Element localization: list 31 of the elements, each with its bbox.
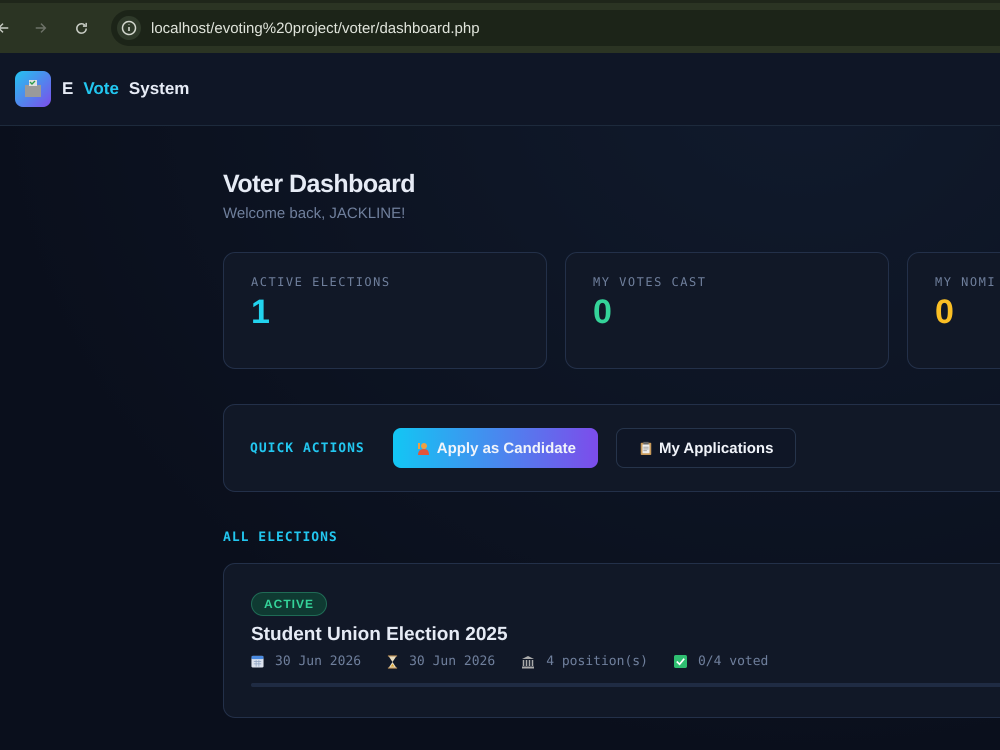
- section-heading: ALL ELECTIONS: [223, 530, 339, 545]
- stat-value: 0: [935, 293, 954, 332]
- action-button[interactable]: My Applications: [616, 428, 796, 468]
- election-title: Student Union Election 2025: [251, 624, 508, 646]
- forward-icon[interactable]: [34, 21, 48, 35]
- stat-label: ACTIVE ELECTIONS: [251, 275, 391, 289]
- stat-value: 1: [251, 293, 270, 332]
- reload-icon[interactable]: [74, 20, 89, 36]
- info-icon[interactable]: [117, 16, 141, 40]
- hourglass-icon: [387, 654, 398, 668]
- building-icon: [521, 654, 536, 668]
- meta-text: 30 Jun 2026: [409, 654, 496, 669]
- meta-text: 30 Jun 2026: [275, 654, 362, 669]
- stat-label: MY NOMI: [935, 275, 996, 289]
- quick-actions-label: QUICK ACTIONS: [250, 440, 365, 456]
- meta-text: 0/4 voted: [698, 654, 768, 669]
- brand-highlight: Vote: [83, 79, 119, 99]
- back-icon[interactable]: [0, 21, 10, 35]
- stat-label: MY VOTES CAST: [593, 275, 706, 289]
- brand-suffix: System: [128, 79, 190, 99]
- status-badge: ACTIVE: [251, 592, 328, 616]
- welcome-text: Welcome back, JACKLINE!: [223, 205, 406, 222]
- calendar-icon: [251, 655, 264, 668]
- stat-value: 0: [593, 293, 612, 332]
- brand-prefix: E: [62, 79, 74, 99]
- ballot-box-icon: [15, 71, 51, 107]
- page-title: Voter Dashboard: [223, 170, 416, 199]
- clipboard-icon: [638, 440, 653, 456]
- checkbox-icon: [674, 655, 687, 668]
- address-bar[interactable]: localhost/evoting%20project/voter/dashboard.php: [111, 10, 1000, 46]
- meta-text: 4 position(s): [546, 654, 648, 669]
